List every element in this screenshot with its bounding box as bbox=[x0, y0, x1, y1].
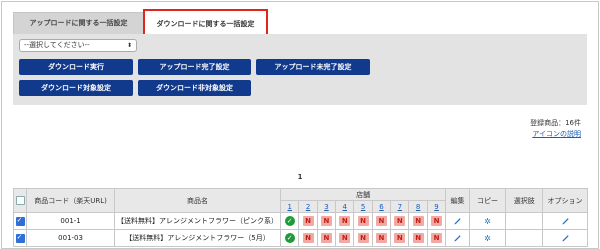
upload-incomplete-button[interactable]: アップロード未完了設定 bbox=[256, 59, 370, 75]
header-edit: 編集 bbox=[445, 188, 470, 213]
header-choice: 選択肢 bbox=[505, 188, 544, 213]
app-frame: アップロードに関する一括設定 ダウンロードに関する一括設定 --選択してください… bbox=[1, 1, 599, 249]
n-badge-icon[interactable]: N bbox=[394, 233, 406, 243]
product-table: 商品コード（楽天URL) 商品名 店舗 編集 コピー 選択肢 オプション 1 2… bbox=[12, 188, 588, 247]
store-link[interactable]: 2 bbox=[306, 203, 310, 211]
pencil-icon[interactable] bbox=[561, 216, 570, 225]
tab-upload-settings[interactable]: アップロードに関する一括設定 bbox=[13, 12, 144, 34]
download-target-button[interactable]: ダウンロード対象設定 bbox=[19, 80, 133, 96]
n-badge-icon[interactable]: N bbox=[412, 233, 424, 243]
header-name: 商品名 bbox=[113, 188, 282, 213]
download-execute-button[interactable]: ダウンロード実行 bbox=[19, 59, 133, 75]
n-badge-icon[interactable]: N bbox=[357, 216, 369, 226]
n-badge-icon[interactable]: N bbox=[339, 216, 351, 226]
product-code: 001-1 bbox=[26, 212, 115, 230]
store-link[interactable]: 6 bbox=[379, 203, 383, 211]
choice-cell bbox=[505, 229, 544, 247]
gear-icon[interactable]: ✲ bbox=[484, 217, 491, 226]
pencil-icon[interactable] bbox=[453, 216, 462, 225]
n-badge-icon[interactable]: N bbox=[431, 216, 443, 226]
n-badge-icon[interactable]: N bbox=[339, 233, 351, 243]
choice-cell bbox=[505, 212, 544, 230]
product-name: 【送料無料】アレンジメントフラワー（5月） bbox=[113, 229, 282, 247]
store-link[interactable]: 4 bbox=[343, 203, 347, 211]
registered-count: 登録商品：16件 bbox=[530, 119, 581, 127]
n-badge-icon[interactable]: N bbox=[302, 233, 314, 243]
row-checkbox[interactable] bbox=[15, 216, 25, 226]
n-badge-icon[interactable]: N bbox=[320, 216, 332, 226]
header-stores: 店舗 bbox=[280, 188, 447, 201]
settings-panel: --選択してください-- ⬍ ダウンロード実行 アップロード完了設定 アップロー… bbox=[13, 34, 587, 105]
upload-complete-button[interactable]: アップロード完了設定 bbox=[138, 59, 251, 75]
header-code: 商品コード（楽天URL) bbox=[26, 188, 115, 213]
pencil-icon[interactable] bbox=[561, 233, 570, 242]
select-all-cell[interactable] bbox=[12, 188, 28, 213]
table-row: 001-1 【送料無料】アレンジメントフラワー（ピンク系） ✓ N N N N … bbox=[12, 212, 588, 230]
pencil-icon[interactable] bbox=[453, 233, 462, 242]
n-badge-icon[interactable]: N bbox=[302, 216, 314, 226]
page-number[interactable]: 1 bbox=[2, 173, 598, 181]
store-link[interactable]: 9 bbox=[434, 203, 438, 211]
header-option: オプション bbox=[542, 188, 588, 213]
n-badge-icon[interactable]: N bbox=[394, 216, 406, 226]
product-name: 【送料無料】アレンジメントフラワー（ピンク系） bbox=[113, 212, 282, 230]
download-nontarget-button[interactable]: ダウンロード非対象設定 bbox=[138, 80, 251, 96]
action-select-value: --選択してください-- bbox=[24, 41, 90, 49]
n-badge-icon[interactable]: N bbox=[412, 216, 424, 226]
n-badge-icon[interactable]: N bbox=[320, 233, 332, 243]
header-copy: コピー bbox=[468, 188, 507, 213]
store-link[interactable]: 8 bbox=[416, 203, 420, 211]
check-icon[interactable]: ✓ bbox=[284, 216, 295, 226]
store-link[interactable]: 1 bbox=[288, 203, 292, 211]
store-link[interactable]: 3 bbox=[324, 203, 328, 211]
store-link[interactable]: 7 bbox=[398, 203, 402, 211]
n-badge-icon[interactable]: N bbox=[375, 233, 387, 243]
chevron-updown-icon: ⬍ bbox=[126, 42, 132, 49]
row-checkbox[interactable] bbox=[15, 233, 25, 243]
table-row: 001-03 【送料無料】アレンジメントフラワー（5月） ✓ N N N N N… bbox=[12, 229, 588, 247]
n-badge-icon[interactable]: N bbox=[431, 233, 443, 243]
icon-help-link[interactable]: アイコンの説明 bbox=[532, 129, 581, 139]
check-icon[interactable]: ✓ bbox=[284, 233, 295, 243]
store-link[interactable]: 5 bbox=[361, 203, 365, 211]
select-all-checkbox[interactable] bbox=[15, 196, 25, 205]
product-code: 001-03 bbox=[26, 229, 115, 247]
action-select[interactable]: --選択してください-- ⬍ bbox=[19, 39, 137, 52]
n-badge-icon[interactable]: N bbox=[375, 216, 387, 226]
gear-icon[interactable]: ✲ bbox=[484, 234, 491, 243]
n-badge-icon[interactable]: N bbox=[357, 233, 369, 243]
